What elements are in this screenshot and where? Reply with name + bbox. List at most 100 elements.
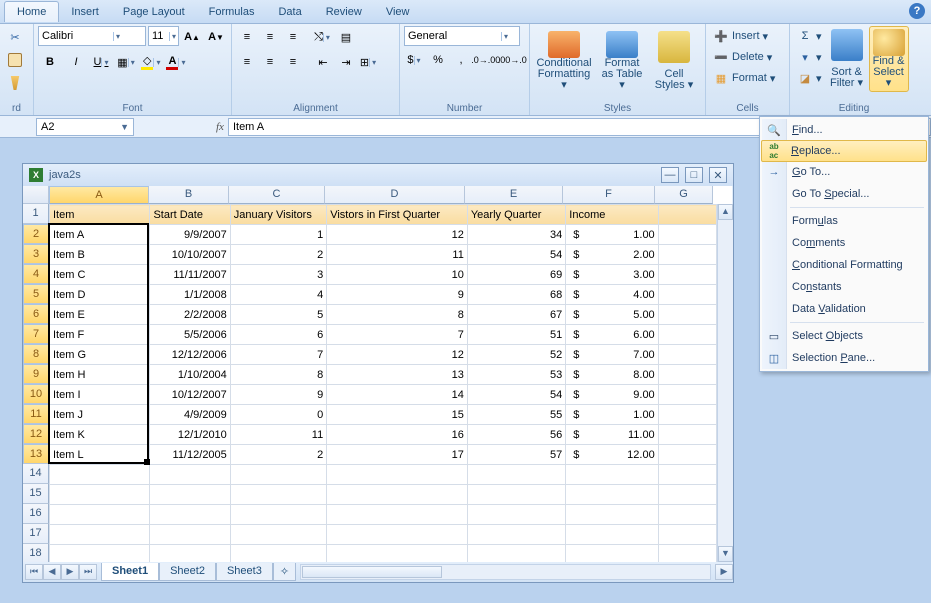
- wrap-text-button[interactable]: ▤: [335, 26, 357, 48]
- row-header-6[interactable]: 6: [23, 304, 49, 324]
- cell[interactable]: 34: [467, 225, 565, 245]
- align-middle-button[interactable]: ≡: [259, 26, 281, 48]
- cell[interactable]: 54: [467, 245, 565, 265]
- insert-button[interactable]: ➕Insert ▾: [710, 26, 785, 46]
- chevron-down-icon[interactable]: ▾: [113, 32, 122, 41]
- percent-button[interactable]: %: [427, 49, 449, 71]
- sheet-nav-next[interactable]: ▶: [61, 564, 79, 580]
- row-header-5[interactable]: 5: [23, 284, 49, 304]
- cell[interactable]: 5/5/2006: [150, 325, 230, 345]
- name-box[interactable]: A2▼: [36, 118, 134, 136]
- cell[interactable]: 8: [230, 365, 326, 385]
- align-bottom-button[interactable]: ≡: [282, 26, 304, 48]
- row-header-3[interactable]: 3: [23, 244, 49, 264]
- cell-header[interactable]: Start Date: [150, 205, 230, 225]
- row-header-8[interactable]: 8: [23, 344, 49, 364]
- menu-goto[interactable]: →Go To...: [762, 161, 926, 183]
- cell[interactable]: [150, 505, 230, 525]
- sheet-tab-3[interactable]: Sheet3: [216, 563, 273, 581]
- clear-button[interactable]: ◪▾: [794, 68, 825, 88]
- grow-font-button[interactable]: A▲: [181, 26, 203, 48]
- menu-data-validation[interactable]: Data Validation: [762, 298, 926, 320]
- cell[interactable]: 4/9/2009: [150, 405, 230, 425]
- cell[interactable]: [50, 505, 150, 525]
- cell[interactable]: [566, 485, 658, 505]
- cell[interactable]: 17: [327, 445, 468, 465]
- menu-find[interactable]: 🔍Find...: [762, 119, 926, 141]
- menu-goto-special[interactable]: Go To Special...: [762, 183, 926, 205]
- scroll-right-button[interactable]: ▶: [715, 564, 733, 580]
- cell[interactable]: $5.00: [566, 305, 658, 325]
- cell[interactable]: 10/10/2007: [150, 245, 230, 265]
- decrease-indent-button[interactable]: ⇤: [312, 51, 334, 73]
- cell[interactable]: [230, 485, 326, 505]
- cell[interactable]: 4: [230, 285, 326, 305]
- cells-area[interactable]: ItemStart DateJanuary VisitorsVistors in…: [49, 204, 717, 562]
- scroll-thumb[interactable]: [302, 566, 442, 578]
- cell-header[interactable]: Vistors in First Quarter: [327, 205, 468, 225]
- border-button[interactable]: ▦▾: [116, 51, 138, 73]
- cell[interactable]: 16: [327, 425, 468, 445]
- format-button[interactable]: ▦Format ▾: [710, 68, 785, 88]
- cell[interactable]: [658, 485, 716, 505]
- cell[interactable]: Item F: [50, 325, 150, 345]
- cell[interactable]: $7.00: [566, 345, 658, 365]
- cell[interactable]: $4.00: [566, 285, 658, 305]
- row-header-12[interactable]: 12: [23, 424, 49, 444]
- cell[interactable]: $12.00: [566, 445, 658, 465]
- help-icon[interactable]: ?: [909, 3, 925, 19]
- cell[interactable]: $9.00: [566, 385, 658, 405]
- cell[interactable]: 6: [230, 325, 326, 345]
- menu-selection-pane[interactable]: ◫Selection Pane...: [762, 347, 926, 369]
- number-format-combo[interactable]: [405, 27, 501, 45]
- cell-styles-button[interactable]: Cell Styles ▾: [650, 28, 698, 94]
- cell[interactable]: [566, 525, 658, 545]
- row-header-16[interactable]: 16: [23, 504, 49, 524]
- menu-constants[interactable]: Constants: [762, 276, 926, 298]
- tab-formulas[interactable]: Formulas: [197, 2, 267, 22]
- col-header-d[interactable]: D: [325, 186, 465, 204]
- increase-decimal-button[interactable]: .0→.00: [473, 49, 499, 71]
- cell[interactable]: 12/1/2010: [150, 425, 230, 445]
- cell[interactable]: [50, 525, 150, 545]
- tab-review[interactable]: Review: [314, 2, 374, 22]
- menu-replace[interactable]: abacReplace...: [761, 140, 927, 162]
- align-top-button[interactable]: ≡: [236, 26, 258, 48]
- cell[interactable]: 9: [327, 285, 468, 305]
- cell[interactable]: [230, 525, 326, 545]
- underline-button[interactable]: U▾: [90, 51, 114, 73]
- format-painter-button[interactable]: [4, 72, 26, 94]
- cell[interactable]: 1/1/2008: [150, 285, 230, 305]
- row-header-13[interactable]: 13: [23, 444, 49, 464]
- sheet-tab-1[interactable]: Sheet1: [101, 563, 159, 581]
- row-header-18[interactable]: 18: [23, 544, 49, 562]
- find-select-button[interactable]: Find & Select ▾: [869, 26, 909, 92]
- copy-button[interactable]: [4, 49, 26, 71]
- align-right-button[interactable]: ≡: [282, 51, 304, 73]
- cell[interactable]: $3.00: [566, 265, 658, 285]
- cell[interactable]: [50, 465, 150, 485]
- align-center-button[interactable]: ≡: [259, 51, 281, 73]
- cell[interactable]: Item J: [50, 405, 150, 425]
- cell-header[interactable]: Item: [50, 205, 150, 225]
- cell[interactable]: [658, 505, 716, 525]
- cell[interactable]: [327, 545, 468, 563]
- tab-page-layout[interactable]: Page Layout: [111, 2, 197, 22]
- cell[interactable]: [327, 525, 468, 545]
- cell[interactable]: 56: [467, 425, 565, 445]
- cell[interactable]: [150, 545, 230, 563]
- italic-button[interactable]: I: [64, 51, 88, 73]
- cell[interactable]: 12/12/2006: [150, 345, 230, 365]
- row-header-10[interactable]: 10: [23, 384, 49, 404]
- cell[interactable]: Item E: [50, 305, 150, 325]
- orientation-button[interactable]: ⤭▾: [312, 26, 334, 48]
- cell[interactable]: [230, 505, 326, 525]
- shrink-font-button[interactable]: A▼: [205, 26, 227, 48]
- cell[interactable]: Item K: [50, 425, 150, 445]
- row-header-14[interactable]: 14: [23, 464, 49, 484]
- delete-button[interactable]: ➖Delete ▾: [710, 47, 785, 67]
- cell[interactable]: 0: [230, 405, 326, 425]
- cell[interactable]: Item A: [50, 225, 150, 245]
- chevron-down-icon[interactable]: ▾: [501, 32, 510, 41]
- cell[interactable]: [467, 545, 565, 563]
